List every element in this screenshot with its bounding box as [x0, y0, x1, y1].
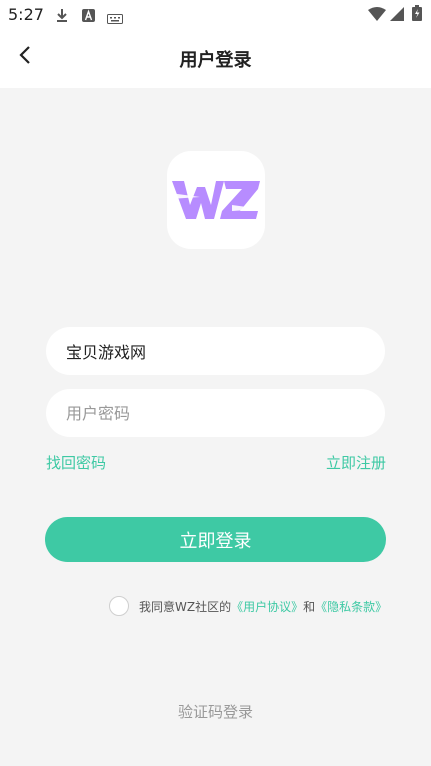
- nav-bar: 用户登录: [0, 28, 431, 88]
- signal-icon: [390, 6, 404, 25]
- agreement-and: 和: [303, 599, 316, 614]
- user-agreement-link[interactable]: 《用户协议》: [231, 598, 303, 615]
- wifi-icon: [368, 6, 386, 25]
- login-button[interactable]: 立即登录: [45, 517, 386, 562]
- app-logo: WZ: [167, 151, 265, 249]
- sms-login-link[interactable]: 验证码登录: [0, 701, 431, 722]
- register-link[interactable]: 立即注册: [326, 452, 386, 473]
- agreement-prefix: 我同意WZ社区的: [139, 599, 232, 614]
- agreement-row: 我同意WZ社区的 《用户协议》 和 《隐私条款》: [109, 595, 387, 617]
- username-field[interactable]: [46, 327, 385, 375]
- username-input[interactable]: [64, 340, 367, 362]
- privacy-link[interactable]: 《隐私条款》: [315, 598, 387, 615]
- keyboard-icon: [107, 9, 123, 28]
- status-bar: 5:27: [0, 0, 431, 28]
- forgot-password-link[interactable]: 找回密码: [46, 452, 106, 473]
- battery-icon: [412, 5, 422, 25]
- wz-logo-icon: [170, 181, 262, 219]
- font-a-icon: [82, 7, 95, 26]
- password-field[interactable]: [46, 389, 385, 437]
- agreement-checkbox[interactable]: [109, 596, 129, 616]
- download-icon: [55, 7, 69, 26]
- page-title: 用户登录: [179, 50, 252, 71]
- status-time: 5:27: [8, 5, 44, 24]
- password-input[interactable]: [64, 402, 367, 424]
